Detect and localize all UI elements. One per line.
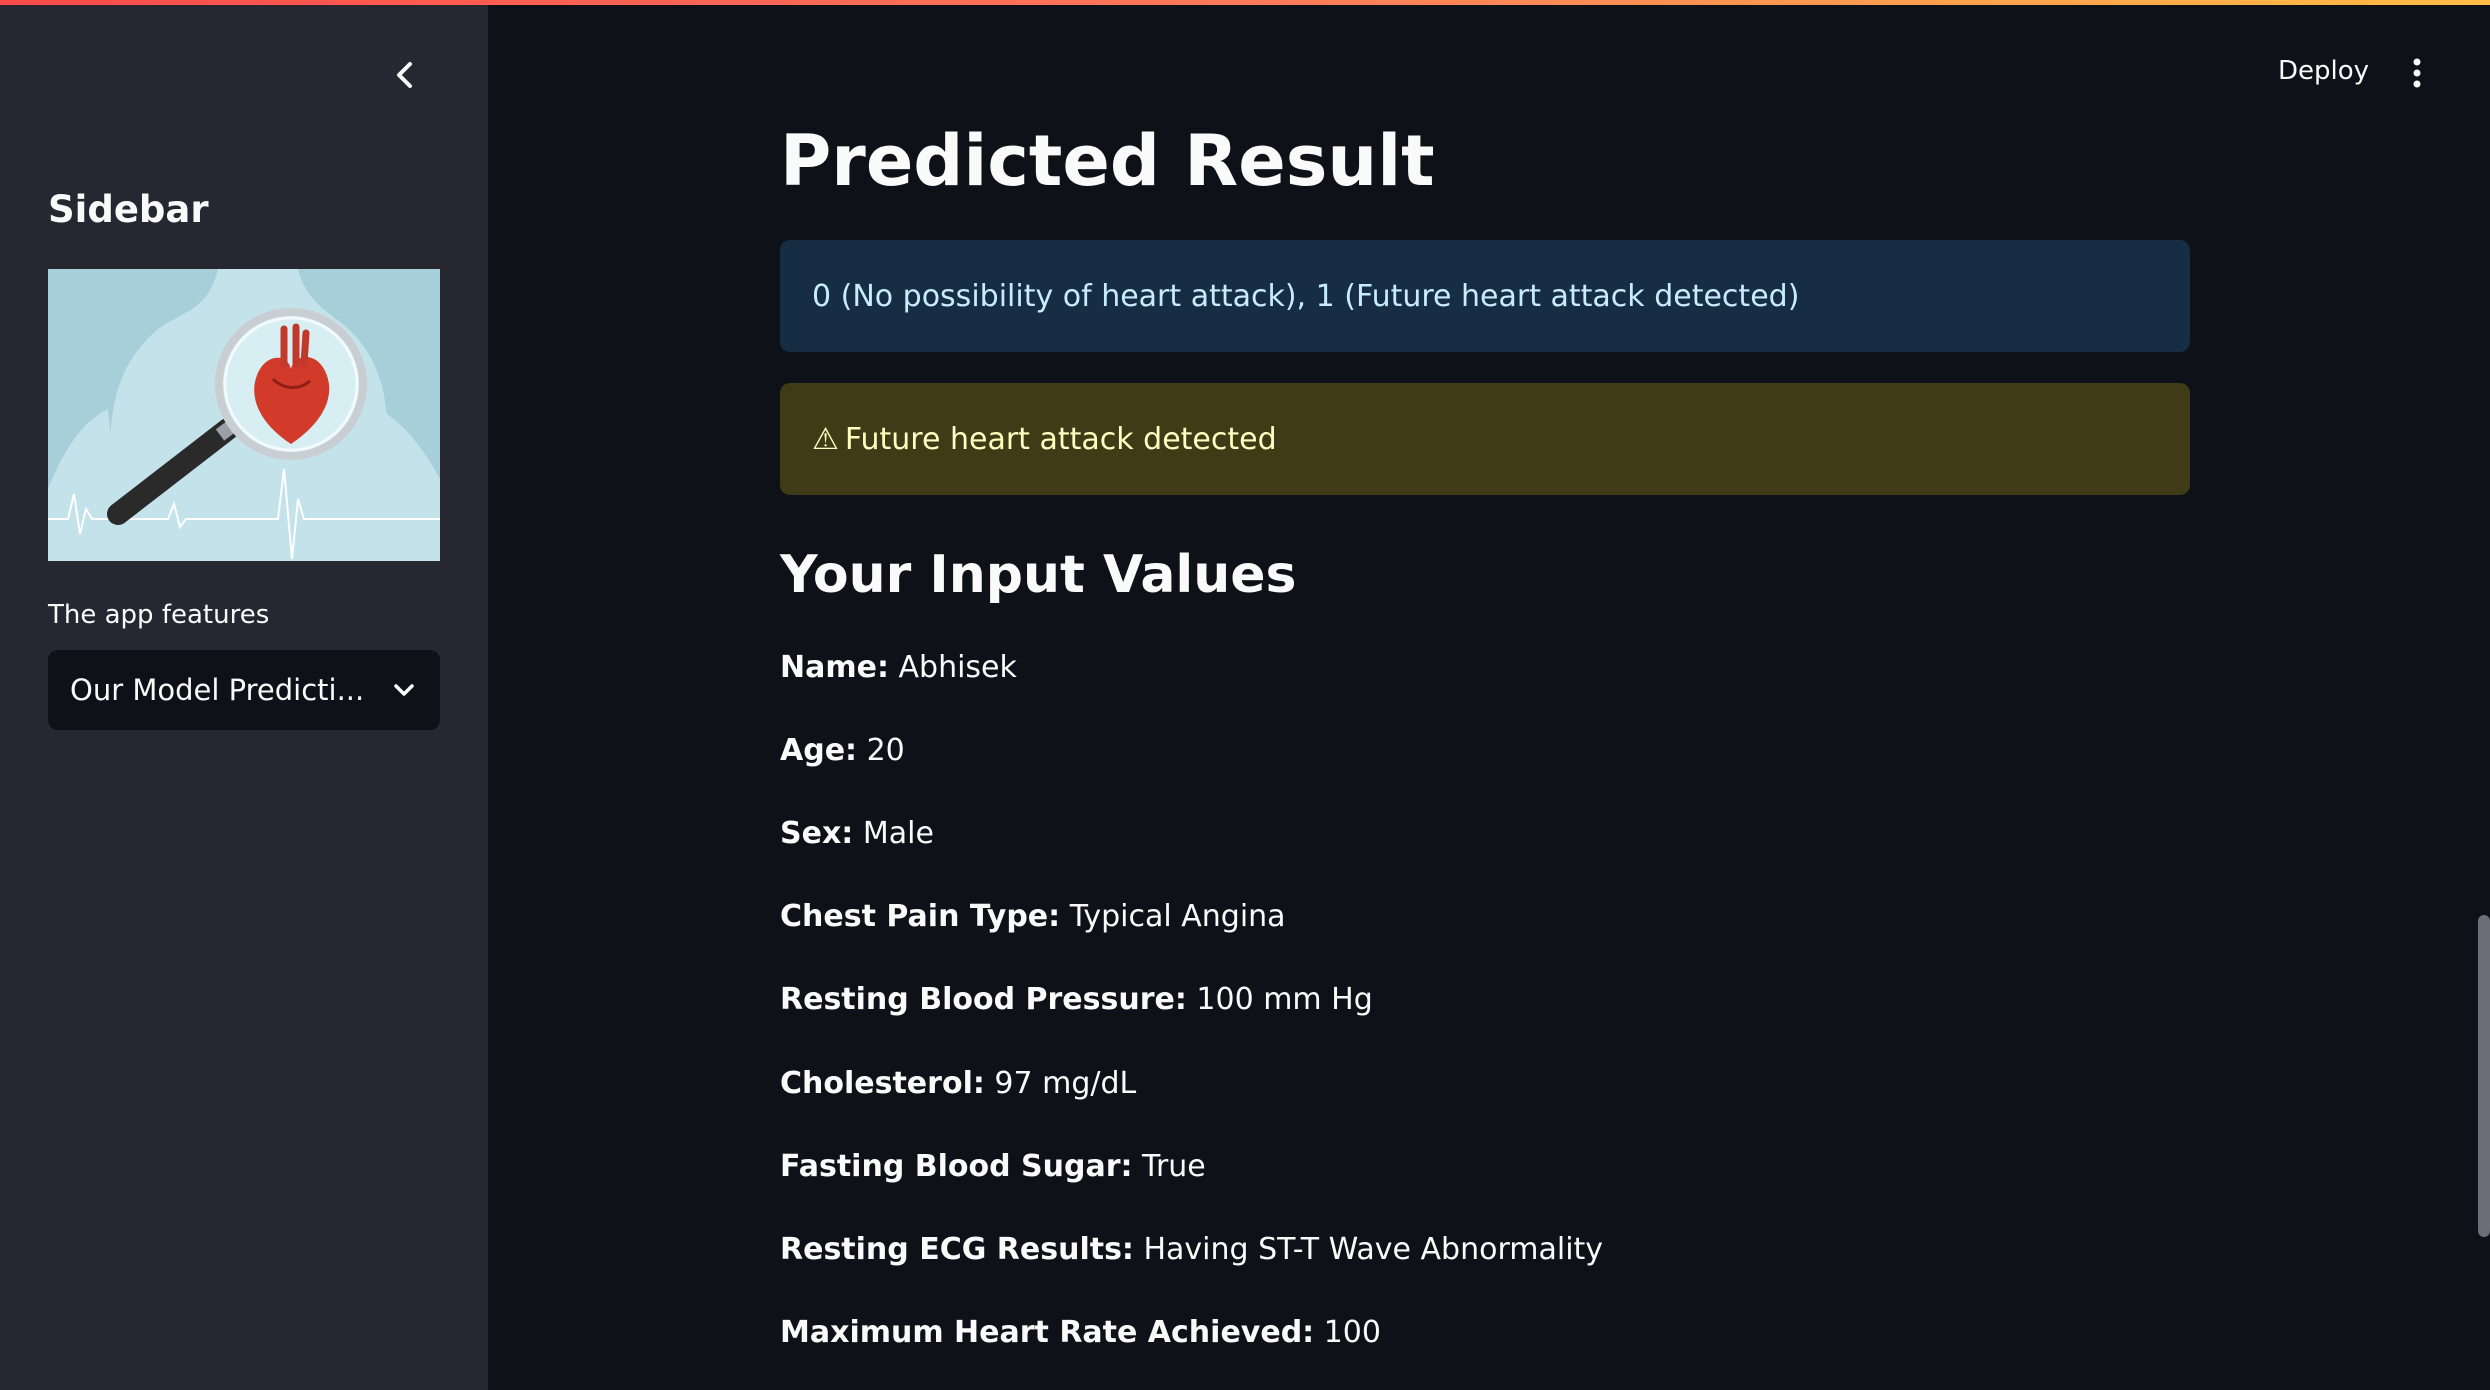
field-label: Resting ECG Results: xyxy=(780,1232,1134,1267)
section-heading: Your Input Values xyxy=(780,545,1297,605)
features-select-value: Our Model Predicti... xyxy=(70,673,365,707)
kebab-menu-icon xyxy=(2413,58,2421,88)
field-label: Chest Pain Type: xyxy=(780,899,1061,934)
info-alert: 0 (No possibility of heart attack), 1 (F… xyxy=(780,240,2190,352)
top-decoration-bar xyxy=(0,0,2490,5)
field-max-heart-rate: Maximum Heart Rate Achieved: 100 xyxy=(780,1315,1381,1350)
field-value: Male xyxy=(862,816,934,851)
field-cholesterol: Cholesterol: 97 mg/dL xyxy=(780,1066,1136,1101)
field-value: 97 mg/dL xyxy=(994,1066,1137,1101)
warning-alert: ⚠ Future heart attack detected xyxy=(780,383,2190,495)
field-name: Name: Abhisek xyxy=(780,650,1017,685)
field-age: Age: 20 xyxy=(780,733,905,768)
field-chest-pain-type: Chest Pain Type: Typical Angina xyxy=(780,899,1286,934)
field-value: Having ST-T Wave Abnormality xyxy=(1143,1232,1604,1267)
field-resting-ecg: Resting ECG Results: Having ST-T Wave Ab… xyxy=(780,1232,1603,1267)
main-scrollbar[interactable] xyxy=(2478,915,2490,1237)
info-alert-text: 0 (No possibility of heart attack), 1 (F… xyxy=(812,278,1800,314)
field-label: Resting Blood Pressure: xyxy=(780,982,1187,1017)
field-value: 100 mm Hg xyxy=(1196,982,1373,1017)
sidebar: Sidebar The app features Our Model Predi… xyxy=(0,0,488,1390)
features-label: The app features xyxy=(48,600,270,630)
collapse-sidebar-button[interactable] xyxy=(385,55,425,95)
field-label: Cholesterol: xyxy=(780,1066,985,1101)
field-value: 20 xyxy=(866,733,905,768)
heart-illustration-image xyxy=(48,269,440,561)
field-label: Sex: xyxy=(780,816,854,851)
sidebar-title: Sidebar xyxy=(48,188,209,231)
field-value: Typical Angina xyxy=(1069,899,1286,934)
chevron-down-icon xyxy=(394,684,414,696)
page-title: Predicted Result xyxy=(780,120,1435,202)
chevron-left-icon xyxy=(397,62,412,88)
field-label: Age: xyxy=(780,733,858,768)
warning-alert-text: Future heart attack detected xyxy=(844,421,1277,457)
features-select[interactable]: Our Model Predicti... xyxy=(48,650,440,730)
warning-triangle-icon: ⚠ xyxy=(812,421,839,457)
field-sex: Sex: Male xyxy=(780,816,934,851)
field-label: Fasting Blood Sugar: xyxy=(780,1149,1133,1184)
field-value: True xyxy=(1142,1149,1206,1184)
deploy-button[interactable]: Deploy xyxy=(2278,56,2369,86)
field-value: Abhisek xyxy=(898,650,1017,685)
field-value: 100 xyxy=(1323,1315,1381,1350)
field-label: Name: xyxy=(780,650,889,685)
field-fasting-blood-sugar: Fasting Blood Sugar: True xyxy=(780,1149,1206,1184)
main-menu-button[interactable] xyxy=(2404,56,2430,90)
field-resting-blood-pressure: Resting Blood Pressure: 100 mm Hg xyxy=(780,982,1373,1017)
field-label: Maximum Heart Rate Achieved: xyxy=(780,1315,1315,1350)
